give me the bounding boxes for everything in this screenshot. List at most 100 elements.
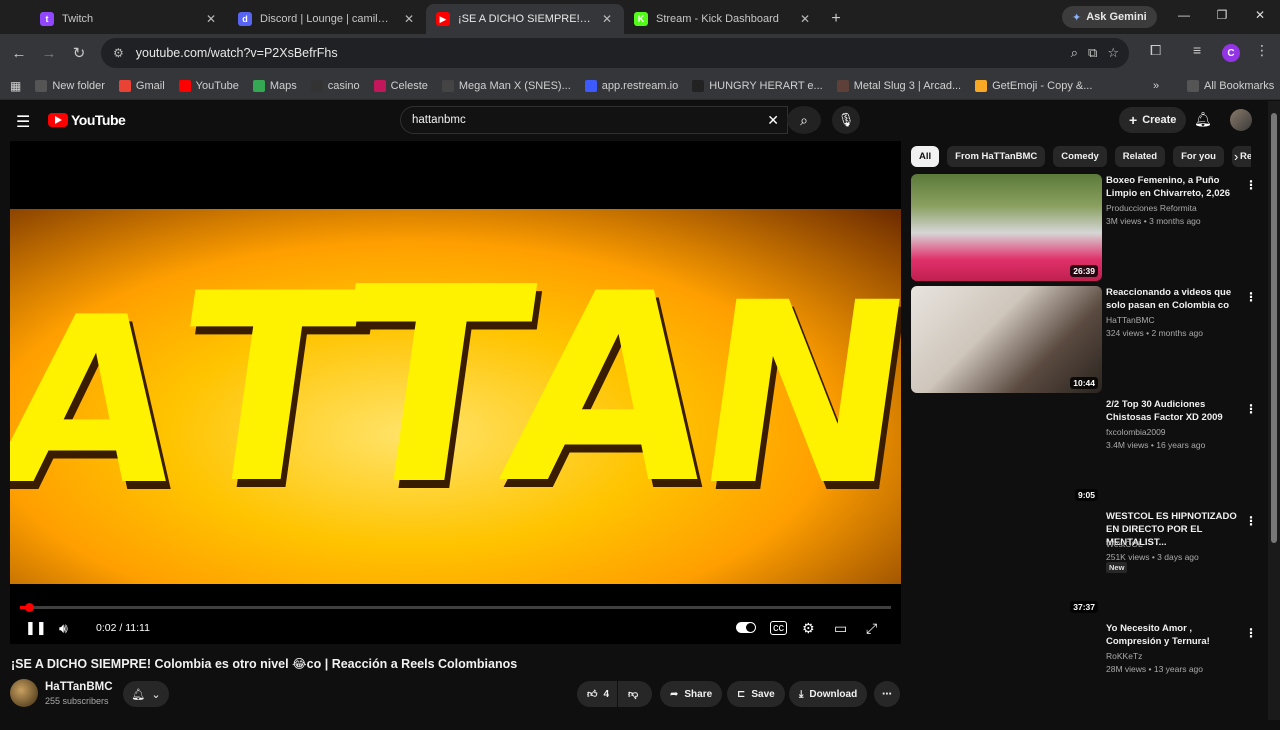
recommended-channel[interactable]: fxcolombia2009 [1106, 427, 1166, 437]
bookmark-item[interactable]: casino [304, 79, 367, 92]
settings-gear-icon[interactable]: ⚙ [802, 620, 815, 637]
video-player[interactable]: A T T A N [10, 141, 901, 644]
hamburger-menu-icon[interactable]: ☰ [16, 112, 30, 132]
bookmark-item[interactable]: Mega Man X (SNES)... [435, 79, 578, 92]
close-tab-icon[interactable]: ✕ [204, 12, 218, 26]
search-button[interactable]: ⌕ [787, 106, 821, 134]
save-button[interactable]: ⊏ Save [727, 681, 785, 707]
recommended-video[interactable]: 9:05 2/2 Top 30 Audiciones Chistosas Fact… [911, 398, 1257, 506]
browser-tab[interactable]: t Twitch ✕ [30, 4, 228, 34]
recommended-title[interactable]: 2/2 Top 30 Audiciones Chistosas Factor X… [1106, 398, 1244, 424]
video-thumbnail[interactable]: 26:39 [911, 174, 1102, 281]
video-thumbnail[interactable] [911, 622, 1102, 729]
more-vertical-icon[interactable]: ⋮ [1245, 514, 1257, 528]
bookmark-star-icon[interactable]: ☆ [1107, 45, 1119, 61]
bookmark-item[interactable]: Celeste [367, 79, 435, 92]
reload-icon[interactable]: ↻ [64, 38, 94, 68]
all-bookmarks-button[interactable]: All Bookmarks [1180, 79, 1280, 92]
pause-icon[interactable]: ❚❚ [25, 620, 47, 636]
user-avatar[interactable] [1230, 109, 1252, 131]
recommended-title[interactable]: Boxeo Femenino, a Puño Limpio en Chivarr… [1106, 174, 1244, 200]
close-window-icon[interactable]: ✕ [1250, 8, 1270, 22]
maximize-icon[interactable]: ❐ [1212, 8, 1232, 22]
ask-gemini-button[interactable]: ✦ Ask Gemini [1062, 6, 1157, 28]
browser-tab[interactable]: d Discord | Lounge | camilosy ✕ [228, 4, 426, 34]
more-vertical-icon[interactable]: ⋮ [1245, 290, 1257, 304]
channel-name[interactable]: HaTTanBMC [45, 681, 113, 693]
close-tab-icon[interactable]: ✕ [600, 12, 614, 26]
bookmark-item[interactable]: Metal Slug 3 | Arcad... [830, 79, 968, 92]
back-icon[interactable]: ← [4, 38, 34, 68]
bookmark-item[interactable]: YouTube [172, 79, 246, 92]
recommended-channel[interactable]: Producciones Reformita [1106, 203, 1197, 213]
filter-chip[interactable]: From HaTTanBMC [947, 146, 1046, 167]
recommended-video[interactable]: 10:44 Reaccionando a videos que solo pasa… [911, 286, 1257, 394]
page-scrollbar[interactable] [1268, 101, 1280, 720]
zoom-icon[interactable]: ⌕ [1071, 45, 1078, 61]
site-info-icon[interactable]: ⚙ [113, 46, 124, 60]
theater-mode-icon[interactable]: ▭ [834, 620, 847, 637]
recommended-video[interactable]: Yo Necesito Amor , Compresión y Ternura!… [911, 622, 1257, 730]
more-actions-button[interactable]: ⋯ [874, 681, 900, 707]
minimize-icon[interactable]: — [1174, 8, 1194, 22]
video-thumbnail[interactable]: 9:05 [911, 398, 1102, 505]
filter-chip[interactable]: Comedy [1053, 146, 1107, 167]
fullscreen-icon[interactable]: ⤢ [866, 620, 877, 637]
recommended-channel[interactable]: RoKKeTz [1106, 651, 1142, 661]
profile-avatar[interactable]: C [1222, 44, 1240, 62]
more-vertical-icon[interactable]: ⋮ [1245, 402, 1257, 416]
download-button[interactable]: ⤓ Download [789, 681, 868, 707]
chevron-right-icon[interactable]: › [1234, 149, 1238, 164]
install-icon[interactable]: ⧉ [1088, 45, 1097, 61]
recommended-title[interactable]: Yo Necesito Amor , Compresión y Ternura! [1106, 622, 1244, 648]
scrollbar-thumb[interactable] [1271, 113, 1277, 543]
browser-tab[interactable]: K Stream - Kick Dashboard ✕ [624, 4, 822, 34]
bookmark-item[interactable]: HUNGRY HERART e... [685, 79, 830, 92]
apps-grid-icon[interactable]: ▦ [0, 79, 28, 93]
youtube-logo[interactable]: YouTube [48, 112, 126, 128]
menu-kebab-icon[interactable]: ⋮ [1255, 42, 1269, 59]
recommended-channel[interactable]: WestCOL [1106, 539, 1143, 549]
bookmark-item[interactable]: Gmail [112, 79, 172, 92]
volume-icon[interactable]: 🔊︎ [59, 620, 68, 637]
more-vertical-icon[interactable]: ⋮ [1245, 178, 1257, 192]
autoplay-toggle[interactable] [736, 622, 756, 633]
extensions-icon[interactable]: ⧠ [1150, 42, 1161, 59]
subscription-bell-button[interactable]: 🔔︎ ⌄ [123, 681, 169, 707]
dislike-button[interactable]: 👎︎ [618, 681, 652, 707]
voice-search-button[interactable]: 🎙︎ [832, 106, 860, 134]
close-tab-icon[interactable]: ✕ [402, 12, 416, 26]
like-button[interactable]: 👍︎ 4 [577, 681, 617, 707]
captions-icon[interactable]: cc [770, 621, 787, 635]
forward-icon[interactable]: → [34, 38, 64, 68]
notifications-bell-icon[interactable]: 🔔︎ [1194, 111, 1212, 128]
create-button[interactable]: + Create [1119, 107, 1187, 133]
filter-chip[interactable]: All [911, 146, 940, 167]
video-thumbnail[interactable]: 10:44 [911, 286, 1102, 393]
recommended-meta: 3M views • 3 months ago [1106, 216, 1201, 226]
new-tab-button[interactable]: + [822, 4, 850, 34]
bookmark-favicon-icon [373, 79, 386, 92]
filter-chip[interactable]: Related [1114, 146, 1166, 167]
browser-tab[interactable]: ▶ ¡SE A DICHO SIEMPRE! Colo ✕ [426, 4, 624, 34]
clear-search-icon[interactable]: ✕ [767, 112, 779, 129]
video-thumbnail[interactable]: 37:37 [911, 510, 1102, 617]
recommended-title[interactable]: Reaccionando a videos que solo pasan en … [1106, 286, 1244, 312]
address-bar[interactable]: ⚙ youtube.com/watch?v=P2XsBefrFhs ⌕ ⧉ ☆ [101, 38, 1129, 68]
bookmark-item[interactable]: app.restream.io [578, 79, 685, 92]
bookmark-item[interactable]: Maps [246, 79, 304, 92]
close-tab-icon[interactable]: ✕ [798, 12, 812, 26]
bookmark-item[interactable]: New folder [28, 79, 112, 92]
recommended-video[interactable]: 26:39 Boxeo Femenino, a Puño Limpio en Ch… [911, 174, 1257, 282]
share-button[interactable]: ➦ Share [660, 681, 723, 707]
bookmarks-overflow-icon[interactable]: » [1146, 80, 1166, 92]
bookmark-item[interactable]: GetEmoji - Copy &... [968, 79, 1099, 92]
recommended-video[interactable]: 37:37 WESTCOL ES HIPNOTIZADO EN DIRECTO P… [911, 510, 1257, 618]
media-controls-icon[interactable]: ≡ [1193, 42, 1201, 58]
more-vertical-icon[interactable]: ⋮ [1245, 626, 1257, 640]
progress-bar[interactable] [20, 603, 891, 612]
channel-avatar[interactable] [10, 679, 38, 707]
filter-chip[interactable]: For you [1173, 146, 1224, 167]
search-input[interactable]: hattanbmc ✕ [400, 106, 788, 134]
recommended-channel[interactable]: HaTTanBMC [1106, 315, 1155, 325]
